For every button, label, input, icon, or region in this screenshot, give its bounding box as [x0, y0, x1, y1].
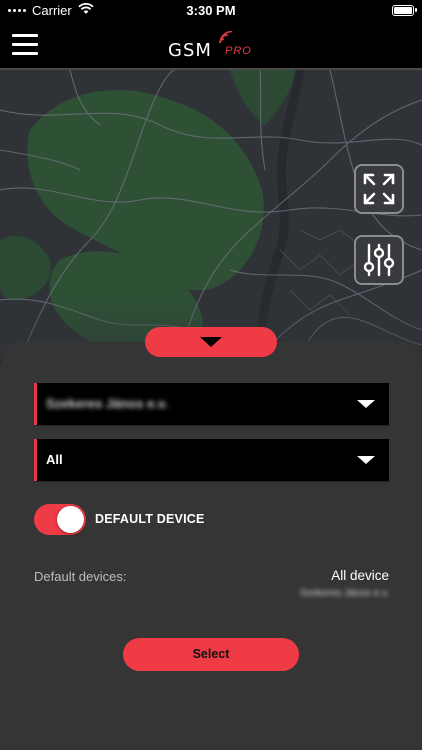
nav-bar: GSM PRO	[0, 22, 422, 70]
signal-waves-icon	[219, 31, 233, 44]
toggle-knob	[57, 506, 84, 533]
caret-down-icon	[357, 456, 375, 464]
map-view[interactable]	[0, 70, 422, 360]
hamburger-menu-icon[interactable]	[12, 32, 40, 58]
collapse-panel-button[interactable]	[145, 327, 277, 357]
default-device-label: DEFAULT DEVICE	[95, 512, 205, 526]
logo-suffix: PRO	[225, 45, 252, 57]
fullscreen-button[interactable]	[354, 164, 404, 214]
fullscreen-icon	[363, 173, 395, 205]
caret-down-icon	[357, 400, 375, 408]
customer-dropdown-value: Szekeres János e.v.	[46, 396, 168, 411]
sliders-icon	[363, 243, 395, 277]
filter-button[interactable]	[354, 235, 404, 285]
group-dropdown[interactable]: All	[34, 439, 389, 481]
customer-dropdown[interactable]: Szekeres János e.v.	[34, 383, 389, 425]
logo-text: GSM	[168, 40, 212, 61]
default-devices-value: All device	[331, 568, 389, 583]
default-devices-label: Default devices:	[34, 569, 127, 584]
battery-icon	[392, 5, 417, 16]
app-logo: GSM PRO	[168, 31, 260, 63]
select-button[interactable]: Select	[123, 638, 299, 671]
group-dropdown-value: All	[46, 452, 63, 467]
chevron-down-icon	[200, 337, 222, 347]
default-device-toggle[interactable]	[34, 504, 86, 535]
status-bar: Carrier 3:30 PM	[0, 0, 422, 22]
status-time: 3:30 PM	[186, 3, 236, 18]
default-devices-owner: Szekeres János e.v.	[299, 588, 389, 599]
map-tiles	[0, 70, 422, 360]
